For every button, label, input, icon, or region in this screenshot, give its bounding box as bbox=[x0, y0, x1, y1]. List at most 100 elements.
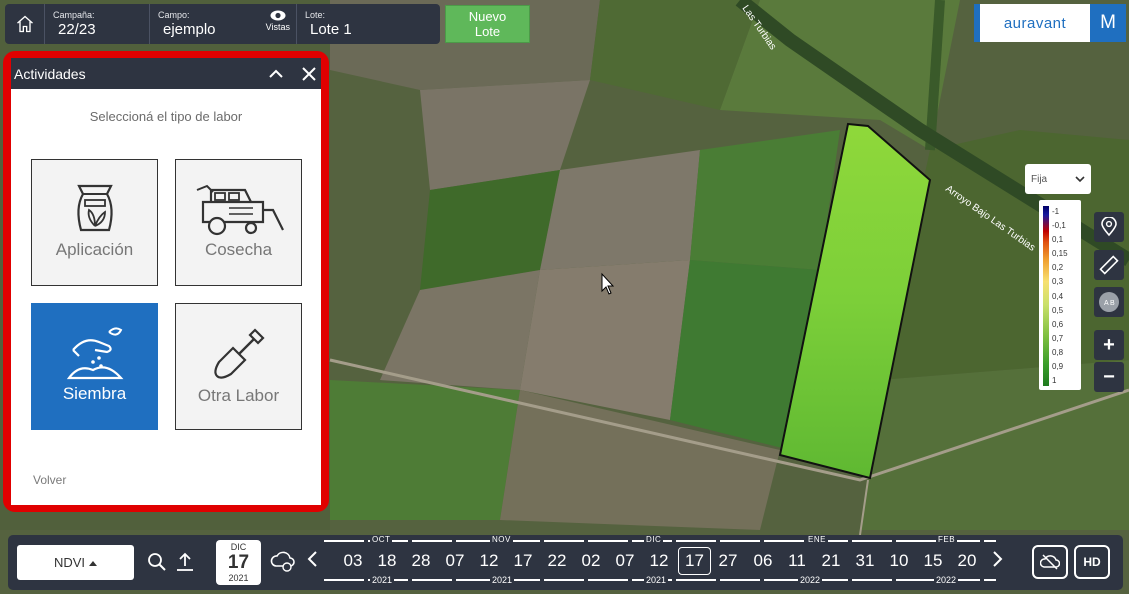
calendar-month: DIC bbox=[230, 542, 247, 552]
legend-tick: 0,1 bbox=[1052, 235, 1064, 245]
activity-option-siembra[interactable]: Siembra bbox=[31, 303, 158, 430]
timeline-bar: NDVI DIC 17 2021 OCT NOV DIC ENE FEB 202… bbox=[8, 535, 1123, 590]
cloud-filter-icon[interactable] bbox=[270, 550, 296, 574]
shovel-icon bbox=[213, 328, 265, 379]
scale-mode-select[interactable]: Fija bbox=[1025, 164, 1091, 194]
timeline-day[interactable]: 12 bbox=[474, 551, 504, 571]
ruler-icon bbox=[1099, 255, 1119, 275]
nuevo-lote-label: Nuevo Lote bbox=[468, 9, 507, 39]
vistas-label: Vistas bbox=[265, 22, 290, 32]
activity-option-aplicacion[interactable]: Aplicación bbox=[31, 159, 158, 286]
harvester-icon bbox=[196, 184, 284, 236]
campo-selector[interactable]: Campo: ejemplo Vistas bbox=[150, 4, 297, 44]
timeline-day[interactable]: 11 bbox=[782, 551, 812, 571]
search-icon[interactable] bbox=[147, 552, 167, 572]
hd-toggle-button[interactable]: HD bbox=[1074, 545, 1110, 579]
year-label: 2021 bbox=[490, 575, 515, 585]
selected-date-calendar[interactable]: DIC 17 2021 bbox=[216, 540, 261, 585]
timeline-day[interactable]: 20 bbox=[952, 551, 982, 571]
timeline-day[interactable]: 31 bbox=[850, 551, 880, 571]
month-label: DIC bbox=[644, 535, 664, 544]
legend-tick: 0,4 bbox=[1052, 291, 1064, 301]
collapse-button[interactable] bbox=[263, 58, 289, 89]
timeline-next-button[interactable] bbox=[992, 548, 1004, 574]
legend-tick: 0,9 bbox=[1052, 362, 1064, 372]
legend-tick: 0,2 bbox=[1052, 263, 1064, 273]
location-pin-button[interactable] bbox=[1094, 212, 1124, 242]
timeline-day[interactable]: 21 bbox=[816, 551, 846, 571]
fertilizer-bag-icon bbox=[76, 184, 113, 232]
chevron-down-icon bbox=[1075, 175, 1085, 182]
scale-mode-value: Fija bbox=[1031, 173, 1048, 185]
month-label: NOV bbox=[490, 535, 513, 544]
timeline-day[interactable]: 10 bbox=[884, 551, 914, 571]
timeline-day[interactable]: 06 bbox=[748, 551, 778, 571]
timeline-day[interactable]: 12 bbox=[644, 551, 674, 571]
chevron-right-icon bbox=[993, 551, 1003, 567]
timeline-day[interactable]: 18 bbox=[372, 551, 402, 571]
activity-label-otra-labor: Otra Labor bbox=[197, 386, 280, 405]
auravant-logo: auravant bbox=[1003, 14, 1067, 32]
legend-tick: 0,3 bbox=[1052, 277, 1064, 287]
timeline-day-selected[interactable]: 17 bbox=[678, 547, 711, 575]
legend-tick: 0,8 bbox=[1052, 347, 1064, 357]
svg-text:A: A bbox=[1104, 300, 1109, 307]
activities-panel: Actividades Seleccioná el tipo de labor … bbox=[11, 58, 321, 505]
activity-label-aplicacion: Aplicación bbox=[55, 240, 134, 259]
timeline-day[interactable]: 15 bbox=[918, 551, 948, 571]
legend-tick: -1 bbox=[1052, 207, 1060, 216]
layer-select-button[interactable]: NDVI bbox=[17, 545, 134, 580]
activities-panel-header: Actividades bbox=[11, 58, 321, 89]
legend-color-bar bbox=[1043, 206, 1049, 386]
compare-icon: AB bbox=[1099, 292, 1119, 312]
home-button[interactable] bbox=[5, 4, 45, 44]
home-icon bbox=[16, 15, 33, 33]
campana-value: 22/23 bbox=[58, 20, 96, 38]
timeline-day[interactable]: 28 bbox=[406, 551, 436, 571]
activity-label-siembra: Siembra bbox=[62, 384, 127, 403]
chevron-left-icon bbox=[307, 551, 317, 567]
campana-label: Campaña: bbox=[53, 9, 95, 20]
timeline-day[interactable]: 02 bbox=[576, 551, 606, 571]
year-label: 2022 bbox=[934, 575, 959, 585]
timeline-day[interactable]: 22 bbox=[542, 551, 572, 571]
close-icon bbox=[302, 66, 316, 81]
cloud-off-button[interactable] bbox=[1032, 545, 1068, 579]
close-button[interactable] bbox=[296, 58, 322, 89]
timeline-day[interactable]: 03 bbox=[338, 551, 368, 571]
activity-option-otra-labor[interactable]: Otra Labor bbox=[175, 303, 302, 430]
upload-icon[interactable] bbox=[175, 552, 195, 572]
ndvi-color-legend: -1 -0,1 0,1 0,15 0,2 0,3 0,4 0,5 0,6 0,7… bbox=[1039, 200, 1081, 390]
brand-header: auravant M bbox=[974, 4, 1126, 42]
timeline-day[interactable]: 17 bbox=[508, 551, 538, 571]
nuevo-lote-button[interactable]: Nuevo Lote bbox=[445, 5, 530, 43]
vistas-button[interactable]: Vistas bbox=[266, 10, 290, 32]
zoom-out-button[interactable]: − bbox=[1094, 362, 1124, 392]
year-label: 2021 bbox=[370, 575, 395, 585]
volver-link[interactable]: Volver bbox=[33, 473, 66, 487]
campana-selector[interactable]: Campaña: 22/23 bbox=[45, 4, 150, 44]
timeline-day[interactable]: 27 bbox=[713, 551, 743, 571]
year-label: 2022 bbox=[798, 575, 823, 585]
lote-selector[interactable]: Lote: Lote 1 bbox=[297, 4, 440, 44]
activity-option-cosecha[interactable]: Cosecha bbox=[175, 159, 302, 286]
activities-title: Actividades bbox=[14, 65, 86, 82]
calendar-day: 17 bbox=[227, 552, 250, 573]
activity-label-cosecha: Cosecha bbox=[204, 240, 273, 259]
month-label: ENE bbox=[806, 535, 828, 544]
svg-text:B: B bbox=[1110, 300, 1115, 307]
timeline-prev-button[interactable] bbox=[306, 548, 318, 574]
year-label: 2021 bbox=[644, 575, 669, 585]
zoom-in-button[interactable]: + bbox=[1094, 330, 1124, 360]
compare-button[interactable]: AB bbox=[1094, 287, 1124, 317]
user-avatar[interactable]: M bbox=[1090, 4, 1126, 42]
month-label: FEB bbox=[936, 535, 958, 544]
activities-subtitle: Seleccioná el tipo de labor bbox=[89, 109, 243, 124]
legend-ticks: -1 -0,1 0,1 0,15 0,2 0,3 0,4 0,5 0,6 0,7… bbox=[1052, 205, 1068, 388]
timeline-day[interactable]: 07 bbox=[440, 551, 470, 571]
legend-tick: 1 bbox=[1052, 376, 1057, 386]
location-pin-icon bbox=[1101, 217, 1117, 237]
ruler-button[interactable] bbox=[1094, 250, 1124, 280]
timeline-day[interactable]: 07 bbox=[610, 551, 640, 571]
legend-tick: -0,1 bbox=[1052, 221, 1066, 231]
